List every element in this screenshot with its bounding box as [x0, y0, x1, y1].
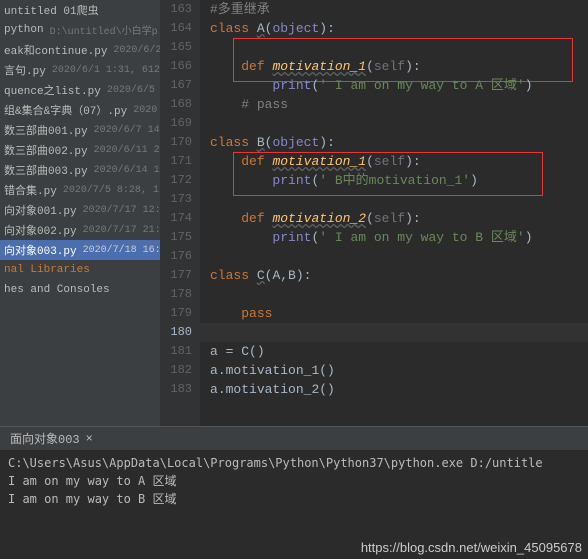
external-libraries[interactable]: nal Libraries	[0, 260, 160, 280]
file-tree[interactable]: untitled 01爬虫 python D:\untitled\小白学p ea…	[0, 0, 160, 426]
tree-item[interactable]: 数三部曲001.py2020/6/7 14:18	[0, 120, 160, 140]
close-icon[interactable]: ×	[86, 432, 93, 446]
tree-item-selected[interactable]: 向对象003.py2020/7/18 16:47,	[0, 240, 160, 260]
code-editor[interactable]: #多重继承 class A(object): def motivation_1(…	[200, 0, 588, 426]
tree-item[interactable]: 组&集合&字典（07）.py2020	[0, 100, 160, 120]
output-line: I am on my way to A 区域	[8, 472, 580, 490]
output-line: I am on my way to B 区域	[8, 490, 580, 508]
tree-item[interactable]: 言句.py2020/6/1 1:31, 612 B	[0, 60, 160, 80]
tree-item[interactable]: 数三部曲003.py2020/6/14 19:5	[0, 160, 160, 180]
terminal-output[interactable]: C:\Users\Asus\AppData\Local\Programs\Pyt…	[0, 450, 588, 512]
watermark: https://blog.csdn.net/weixin_45095678	[361, 540, 582, 555]
tree-item[interactable]: python D:\untitled\小白学p	[0, 20, 160, 40]
folder-tab[interactable]: untitled 01爬虫	[0, 0, 160, 20]
run-tab[interactable]: 面向对象003 ×	[0, 427, 588, 450]
tree-item[interactable]: quence之list.py2020/6/5 9:41	[0, 80, 160, 100]
tree-item[interactable]: 数三部曲002.py2020/6/11 22:	[0, 140, 160, 160]
line-gutter: 1631641651661671681691701711721731741751…	[160, 0, 200, 426]
tree-item[interactable]: 向对象001.py2020/7/17 12:13,	[0, 200, 160, 220]
tree-item[interactable]: 向对象002.py2020/7/17 21:18,	[0, 220, 160, 240]
tree-item[interactable]: 错合集.py2020/7/5 8:28, 1.63 k	[0, 180, 160, 200]
scratches-consoles[interactable]: hes and Consoles	[0, 280, 160, 300]
tree-item[interactable]: eak和continue.py2020/6/2 21	[0, 40, 160, 60]
